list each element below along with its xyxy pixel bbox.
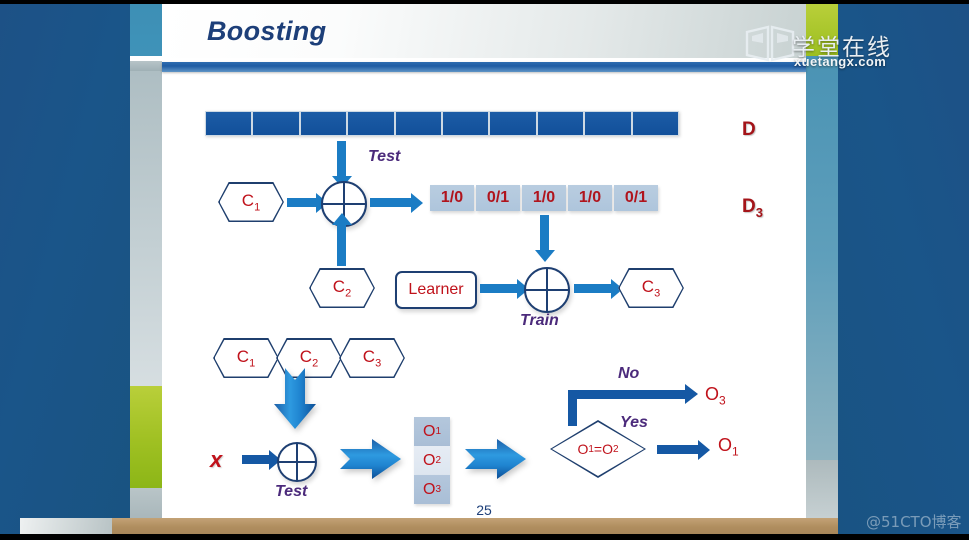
label-D3-base: D xyxy=(742,196,756,217)
dataset-segment xyxy=(632,112,679,135)
outputs-stack: O1 O2 O3 xyxy=(414,417,450,504)
weight-cell: 1/0 xyxy=(430,185,474,211)
test-label-bottom: Test xyxy=(275,483,308,500)
arrow-c1-to-test xyxy=(287,192,328,213)
diagram-canvas: D D3 C1 Test 1/0 0/1 1/0 1/0 0/1 C2 Lear… xyxy=(162,72,806,504)
branch-no-arrow xyxy=(568,384,698,404)
test-label-top: Test xyxy=(368,148,401,165)
branch-yes-arrow xyxy=(657,439,710,460)
slide-viewer: Boosting 学堂在线 xuetangx.com D D3 C1 Test … xyxy=(0,0,969,540)
slide-content: Boosting 学堂在线 xuetangx.com D D3 C1 Test … xyxy=(162,4,890,518)
ensemble-c1-hex: C1 xyxy=(213,338,279,378)
arrow-cells-to-train xyxy=(534,215,555,262)
label-dataset-D: D xyxy=(742,119,756,140)
arrow-learner-to-train xyxy=(480,278,529,299)
ensemble-c1-label: C1 xyxy=(236,346,256,370)
bottom-bar-left-cap xyxy=(20,518,112,534)
left-accent-gray xyxy=(130,71,162,386)
dataset-bar xyxy=(205,111,679,136)
arrow-test-to-cells xyxy=(370,192,423,213)
open-book-icon xyxy=(745,25,795,62)
watermark: @51CTO博客 xyxy=(866,513,962,531)
weight-cell: 0/1 xyxy=(614,185,658,211)
learner-box: Learner xyxy=(395,271,477,309)
arrow-ensemble-to-test xyxy=(274,368,316,429)
weighted-sample-row: 1/0 0/1 1/0 1/0 0/1 xyxy=(430,185,658,211)
logo-domain-text: xuetangx.com xyxy=(794,54,887,69)
ensemble-c2-label: C2 xyxy=(299,346,319,370)
dataset-segment xyxy=(253,112,299,135)
dataset-segment xyxy=(395,112,442,135)
right-accent-teal xyxy=(806,56,838,460)
classifier-c1-hex: C1 xyxy=(218,182,284,222)
weight-cell: 1/0 xyxy=(568,185,612,211)
bottom-tan-bar xyxy=(112,518,838,534)
weight-cell: 0/1 xyxy=(476,185,520,211)
classifier-c2-label: C2 xyxy=(332,276,352,300)
branch-no-result: O3 xyxy=(705,384,726,408)
arrow-train-to-c3 xyxy=(574,278,623,299)
test-operator-bottom xyxy=(277,442,317,482)
right-accent-gray xyxy=(806,460,838,518)
classifier-c3-hex: C3 xyxy=(618,268,684,308)
header-divider xyxy=(162,62,806,72)
label-D3-sub: 3 xyxy=(755,204,763,220)
dataset-segment xyxy=(348,112,394,135)
page-number: 25 xyxy=(476,502,492,518)
left-background-panel xyxy=(0,4,130,536)
left-accent-gray-lower xyxy=(130,488,162,518)
arrow-outputs-to-decision xyxy=(465,439,526,479)
train-label: Train xyxy=(520,312,559,329)
ensemble-c3-hex: C3 xyxy=(339,338,405,378)
classifier-c1-label: C1 xyxy=(241,190,261,214)
ensemble-c3-label: C3 xyxy=(362,346,382,370)
input-label-x: x xyxy=(210,447,223,472)
output-cell-o1: O1 xyxy=(414,417,450,446)
brand-logo: 学堂在线 xuetangx.com xyxy=(744,6,890,72)
arrow-c2-to-test xyxy=(331,213,352,266)
branch-no-label: No xyxy=(618,365,640,382)
arrow-x-to-test xyxy=(242,449,281,470)
label-dataset-D3: D3 xyxy=(742,196,763,220)
dataset-segment xyxy=(206,112,252,135)
dataset-segment xyxy=(300,112,347,135)
output-cell-o2: O2 xyxy=(414,446,450,475)
right-background-panel xyxy=(838,4,969,536)
dataset-segment xyxy=(443,112,489,135)
left-accent-green xyxy=(130,386,162,488)
page-title: Boosting xyxy=(207,16,327,46)
branch-yes-label: Yes xyxy=(620,414,648,431)
output-cell-o3: O3 xyxy=(414,475,450,504)
left-accent-cap xyxy=(130,61,162,71)
dataset-segment xyxy=(537,112,584,135)
branch-yes-result: O1 xyxy=(718,435,739,459)
bottom-letterbox xyxy=(0,534,969,540)
classifier-c3-label: C3 xyxy=(641,276,661,300)
train-operator xyxy=(524,267,570,313)
dataset-segment xyxy=(585,112,631,135)
classifier-c2-hex: C2 xyxy=(309,268,375,308)
weight-cell: 1/0 xyxy=(522,185,566,211)
left-accent-teal xyxy=(130,4,162,56)
arrow-test-to-outputs xyxy=(340,439,401,479)
arrow-bar-to-test xyxy=(331,141,352,188)
dataset-segment xyxy=(490,112,536,135)
